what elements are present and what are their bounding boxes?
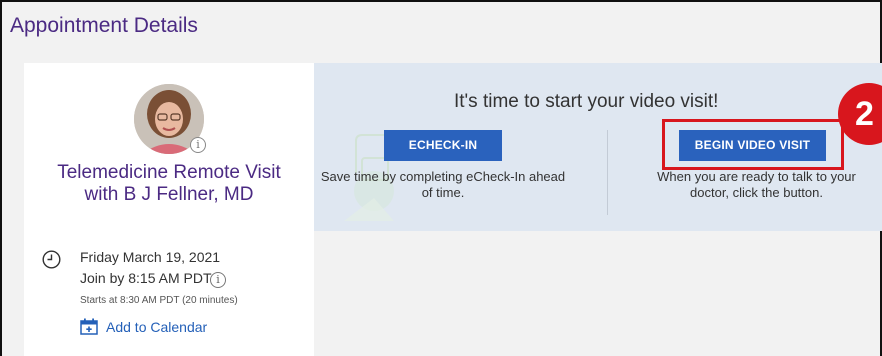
page-title: Appointment Details — [10, 14, 198, 37]
video-visit-panel: It's time to start your video visit! ECH… — [314, 63, 882, 231]
echeck-in-description: Save time by completing eCheck-In ahead … — [320, 169, 566, 200]
panel-divider — [607, 130, 608, 215]
avatar-info-icon[interactable]: i — [190, 137, 206, 153]
video-visit-description: When you are ready to talk to your docto… — [657, 169, 856, 200]
clock-icon — [42, 250, 61, 269]
highlight-box — [662, 119, 844, 170]
appointment-card: i Telemedicine Remote Visit with B J Fel… — [24, 63, 314, 356]
start-time-detail: Starts at 8:30 AM PDT (20 minutes) — [80, 295, 238, 306]
app-frame: Appointment Details i Telemedicine Remot… — [0, 0, 882, 356]
join-by-time: Join by 8:15 AM PDT — [80, 270, 212, 286]
calendar-icon — [80, 318, 98, 335]
join-info-icon[interactable]: i — [210, 272, 226, 288]
visit-title: Telemedicine Remote Visit with B J Felln… — [57, 162, 281, 205]
add-to-calendar-link[interactable]: Add to Calendar — [80, 318, 207, 335]
add-to-calendar-label: Add to Calendar — [106, 318, 208, 335]
panel-heading: It's time to start your video visit! — [454, 91, 719, 112]
echeck-in-button[interactable]: ECHECK-IN — [384, 130, 502, 161]
appointment-date: Friday March 19, 2021 — [80, 249, 221, 265]
